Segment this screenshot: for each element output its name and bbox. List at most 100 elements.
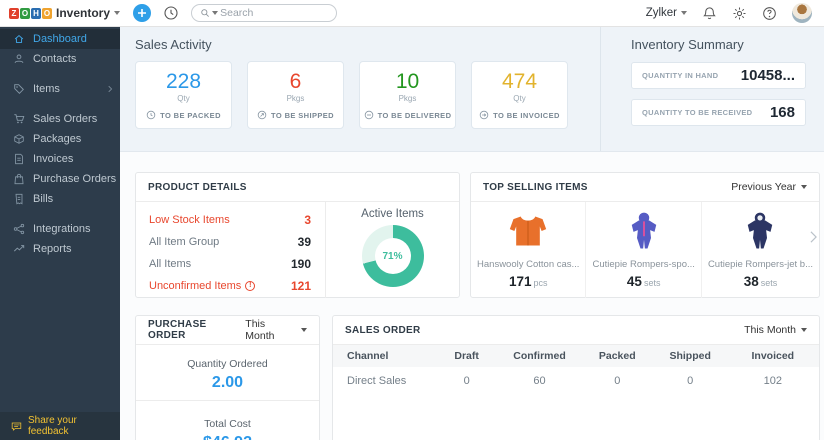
active-items-panel: Active Items 71% [326,202,459,298]
to-be-shipped-card[interactable]: 6 Pkgs TO BE SHIPPED [247,61,344,129]
feedback-link[interactable]: Share your feedback [0,412,120,440]
search-scope-caret-icon[interactable] [212,11,219,15]
top-selling-item-name: Cutiepie Rompers-spo... [592,259,695,270]
sidebar: Dashboard Contacts Items Sales Orders Pa… [0,27,120,440]
to-be-packed-card[interactable]: 228 Qty TO BE PACKED [135,61,232,129]
shipped-value: 6 [289,70,302,93]
to-be-delivered-card[interactable]: 10 Pkgs TO BE DELIVERED [359,61,456,129]
cardigan-product-image [510,216,547,246]
product-details-list: Low Stock Items 3 All Item Group 39 All … [136,202,326,298]
column-header-channel: Channel [333,345,436,367]
to-be-packed-icon [146,110,156,120]
sales-order-title: SALES ORDER [345,324,421,336]
sidebar-item-bills[interactable]: Bills [0,189,120,209]
column-header-confirmed: Confirmed [498,345,581,367]
quantity-ordered-label: Quantity Ordered [187,358,268,370]
unconfirmed-items-link[interactable]: Unconfirmed Items ! [149,280,256,292]
app-logo[interactable]: Z O H O Inventory [0,6,121,20]
settings-gear-icon[interactable] [732,6,747,21]
low-stock-items-link[interactable]: Low Stock Items [149,214,230,226]
carousel-next-icon[interactable] [810,231,817,243]
search-input[interactable] [220,7,328,19]
top-selling-item-qty: 171 [508,274,532,289]
sidebar-item-label: Purchase Orders [33,173,117,185]
column-header-packed: Packed [580,345,654,367]
delivered-unit: Pkgs [398,94,417,103]
table-row-direct-sales[interactable]: Direct Sales 0 60 0 0 102 [333,367,819,394]
top-selling-item-3[interactable]: Cutiepie Rompers-jet b... 38 sets [702,202,819,298]
sidebar-item-packages[interactable]: Packages [0,129,120,149]
user-avatar[interactable] [792,3,812,23]
dashboard-main: Sales Activity 228 Qty TO BE PACKED 6 Pk… [120,27,824,440]
purchase-order-title: PURCHASE ORDER [148,319,207,341]
top-selling-item-unit: sets [760,278,778,288]
top-selling-item-name: Hanswooly Cotton cas... [477,259,580,270]
feedback-speech-icon [11,422,22,431]
recent-activity-button[interactable] [163,5,179,21]
shipped-unit: Pkgs [286,94,305,103]
total-cost-value: $46.92 [136,434,319,440]
sidebar-item-label: Reports [33,243,72,255]
top-band: Sales Activity 228 Qty TO BE PACKED 6 Pk… [120,27,824,152]
sidebar-item-purchase-orders[interactable]: Purchase Orders [0,169,120,189]
delivered-label: TO BE DELIVERED [377,110,452,120]
sidebar-item-dashboard[interactable]: Dashboard [0,29,120,49]
product-name: Inventory [56,6,111,20]
help-icon[interactable] [762,6,777,21]
unconfirmed-items-value: 121 [290,279,311,293]
sidebar-divider [0,209,120,219]
search-box[interactable] [191,4,337,22]
sidebar-item-sales-orders[interactable]: Sales Orders [0,109,120,129]
sidebar-item-items[interactable]: Items [0,79,120,99]
quantity-in-hand-value: 10458... [740,67,795,84]
packed-label: TO BE PACKED [160,110,221,120]
notifications-bell-icon[interactable] [702,6,717,21]
sidebar-item-label: Items [33,83,60,95]
sidebar-item-integrations[interactable]: Integrations [0,219,120,239]
cell-draft: 0 [463,374,470,387]
chevron-down-icon [801,185,807,189]
quantity-to-be-received-label: QUANTITY TO BE RECEIVED [642,108,753,117]
top-selling-item-1[interactable]: Hanswooly Cotton cas... 171 pcs [471,202,587,298]
inventory-summary-panel: Inventory Summary QUANTITY IN HAND 10458… [600,27,824,151]
sidebar-nav: Dashboard Contacts Items Sales Orders Pa… [0,27,120,412]
top-selling-item-unit: sets [643,278,661,288]
top-selling-period-dropdown[interactable]: Previous Year [731,181,807,193]
top-selling-item-unit: pcs [533,278,548,288]
cell-confirmed: 60 [533,374,546,387]
to-be-invoiced-card[interactable]: 474 Qty TO BE INVOICED [471,61,568,129]
top-selling-item-2[interactable]: Cutiepie Rompers-spo... 45 sets [586,202,702,298]
sales-order-period-dropdown[interactable]: This Month [744,324,807,336]
chevron-down-icon [681,11,687,15]
to-be-shipped-icon [257,110,267,120]
sidebar-item-reports[interactable]: Reports [0,239,120,259]
top-selling-item-qty: 45 [626,274,642,289]
sidebar-item-invoices[interactable]: Invoices [0,149,120,169]
package-box-icon [13,133,25,145]
tag-icon [13,83,25,95]
column-header-invoiced: Invoiced [726,345,819,367]
top-selling-items-title: TOP SELLING ITEMS [483,181,588,193]
romper-product-image [631,212,656,249]
cell-packed: 0 [614,374,621,387]
sidebar-divider [0,99,120,109]
romper-product-image [748,212,773,249]
all-items-link[interactable]: All Items [149,258,191,270]
quantity-in-hand-row[interactable]: QUANTITY IN HAND 10458... [631,62,806,89]
chevron-down-icon [301,328,307,332]
purchase-order-card: PURCHASE ORDER This Month Quantity Order… [135,315,320,440]
quantity-to-be-received-row[interactable]: QUANTITY TO BE RECEIVED 168 [631,99,806,126]
quick-add-button[interactable] [133,4,151,22]
warning-icon: ! [245,281,256,291]
all-item-group-link[interactable]: All Item Group [149,236,219,248]
purchase-order-period-dropdown[interactable]: This Month [245,318,307,342]
sidebar-item-label: Invoices [33,153,74,165]
product-details-card: PRODUCT DETAILS Low Stock Items 3 All It… [135,172,460,298]
org-selector[interactable]: Zylker [646,7,687,19]
sidebar-item-label: Sales Orders [33,113,98,125]
packed-value: 228 [165,70,202,93]
person-icon [13,53,25,65]
sidebar-item-contacts[interactable]: Contacts [0,49,120,69]
invoiced-label: TO BE INVOICED [493,110,560,120]
donut-percent-label: 71% [382,250,403,262]
